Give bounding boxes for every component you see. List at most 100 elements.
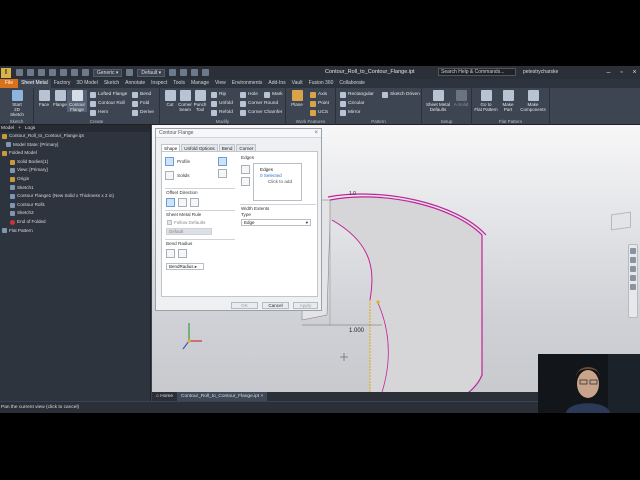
rip-button[interactable]: Rip: [211, 91, 226, 98]
tab-document[interactable]: Contour_Roll_to_Contour_Flange.ipt ×: [177, 392, 268, 401]
tree-item[interactable]: View: [Primary]: [0, 166, 150, 175]
look-at-icon[interactable]: [630, 275, 636, 281]
tab-tools[interactable]: Tools: [170, 79, 188, 88]
close-icon[interactable]: ×: [314, 129, 318, 138]
contour-roll-button[interactable]: Contour Roll: [90, 100, 125, 107]
restore-icon[interactable]: ▫: [617, 68, 626, 77]
tab-file[interactable]: File: [0, 79, 19, 88]
point-button[interactable]: Point: [310, 100, 329, 107]
edge-mode-button[interactable]: [241, 165, 250, 174]
tab-unfold-options[interactable]: Unfold Options: [181, 144, 218, 151]
sketch-driven-button[interactable]: Sketch Driven: [382, 91, 420, 98]
axis-button[interactable]: Axis: [310, 91, 327, 98]
profile-select-button[interactable]: [165, 157, 174, 166]
bend-button[interactable]: Bend: [132, 91, 151, 98]
close-icon[interactable]: ×: [630, 68, 639, 77]
tab-sketch[interactable]: Sketch: [101, 79, 122, 88]
refold-button[interactable]: Refold: [211, 109, 233, 116]
make-components-button[interactable]: Make Components: [518, 90, 548, 112]
dropdown-icon[interactable]: [202, 69, 210, 76]
tree-item[interactable]: Solid Bodies(1): [0, 158, 150, 167]
ok-button[interactable]: OK: [231, 302, 258, 309]
steering-wheel-icon[interactable]: [630, 284, 636, 290]
loop-mode-button[interactable]: [241, 177, 250, 186]
search-input[interactable]: Search Help & Commands...: [438, 68, 516, 76]
tab-collaborate[interactable]: Collaborate: [336, 79, 368, 88]
hem-button[interactable]: Hem: [90, 109, 108, 116]
edges-list[interactable]: Edges 0 Selected Click to add: [253, 163, 302, 201]
start-sketch-button[interactable]: Start 2D Sketch: [7, 90, 27, 117]
navigation-bar[interactable]: [628, 244, 638, 318]
plane-button[interactable]: Plane: [287, 90, 307, 107]
tab-fusion-360[interactable]: Fusion 360: [306, 79, 337, 88]
follow-defaults-checkbox[interactable]: [167, 220, 172, 225]
dimension-label[interactable]: 1.000: [349, 328, 364, 334]
go-to-flat-pattern-button[interactable]: Go to Flat Pattern: [474, 90, 498, 112]
type-select[interactable]: Edge ▾: [241, 219, 311, 226]
tab-3d-model[interactable]: 3D Model: [73, 79, 100, 88]
tree-item[interactable]: Contour Flange1 (New Solid x Thickness x…: [0, 192, 150, 201]
ucs-button[interactable]: UCS: [310, 109, 328, 116]
tab-sheet-metal[interactable]: Sheet Metal: [18, 79, 51, 88]
unfold-button[interactable]: Unfold: [211, 100, 233, 107]
tree-item[interactable]: End of Folded: [0, 218, 150, 227]
material-icon[interactable]: [126, 69, 134, 76]
tree-item[interactable]: Folded Model: [0, 149, 150, 158]
home-icon[interactable]: [71, 69, 78, 76]
fold-button[interactable]: Fold: [132, 100, 149, 107]
mark-button[interactable]: Mark: [264, 91, 283, 98]
tab-factory[interactable]: Factory: [51, 79, 74, 88]
undo-icon[interactable]: [49, 69, 56, 76]
tab-bend[interactable]: Bend: [218, 144, 236, 151]
tree-item[interactable]: Contour Roll1: [0, 201, 150, 210]
new-file-icon[interactable]: [16, 69, 23, 76]
rectangular-pattern-button[interactable]: Rectangular: [340, 91, 374, 98]
tab-annotate[interactable]: Annotate: [122, 79, 148, 88]
hole-button[interactable]: Hole: [240, 91, 258, 98]
select-icon[interactable]: [82, 69, 89, 76]
offset-side2-button[interactable]: [178, 198, 187, 207]
make-part-button[interactable]: Make Part: [498, 90, 518, 112]
appearance-select[interactable]: Default ▾: [137, 68, 166, 77]
tab-add-ins[interactable]: Add-Ins: [265, 79, 288, 88]
tab-corner[interactable]: Corner: [236, 144, 257, 151]
solids-select-button[interactable]: [165, 171, 174, 180]
save-icon[interactable]: [38, 69, 45, 76]
flip-offset-button[interactable]: [218, 169, 227, 178]
tree-item[interactable]: Contour_Roll_to_Contour_Flange.ipt: [0, 132, 150, 141]
tree-item[interactable]: Model State: [Primary]: [0, 141, 150, 150]
cancel-button[interactable]: Cancel: [262, 302, 289, 309]
tab-vault[interactable]: Vault: [289, 79, 306, 88]
profile-select[interactable]: Generic ▾: [93, 68, 123, 77]
corner-chamfer-button[interactable]: Corner Chamfer: [240, 109, 282, 116]
app-logo-icon[interactable]: I: [1, 67, 11, 78]
view-cube[interactable]: [611, 211, 631, 231]
bend-radius-button-1[interactable]: [166, 249, 175, 258]
bend-radius-button-2[interactable]: [178, 249, 187, 258]
mirror-button[interactable]: Mirror: [340, 109, 361, 116]
offset-symmetric-button[interactable]: [190, 198, 199, 207]
minimize-icon[interactable]: –: [604, 68, 613, 77]
circular-pattern-button[interactable]: Circular: [340, 100, 365, 107]
close-icon[interactable]: ×: [261, 394, 264, 399]
user-account[interactable]: petestrycharske: [523, 69, 558, 75]
browser-search[interactable]: Logs: [25, 126, 35, 131]
tree-item[interactable]: Sketch3: [0, 209, 150, 218]
dimension-top-label[interactable]: 1.0: [349, 191, 356, 197]
sheet-metal-defaults-button[interactable]: Sheet Metal Defaults: [425, 90, 451, 112]
dialog-title[interactable]: Contour Flange: [156, 129, 321, 138]
contour-flange-button[interactable]: Contour Flange: [67, 90, 87, 112]
a-solid-button[interactable]: A-Solid: [451, 90, 471, 107]
tree-item[interactable]: Origin: [0, 175, 150, 184]
derive-button[interactable]: Derive: [132, 109, 154, 116]
tab-environments[interactable]: Environments: [229, 79, 266, 88]
tab-shape[interactable]: Shape: [161, 144, 181, 151]
tab-inspect[interactable]: Inspect: [148, 79, 170, 88]
zoom-icon[interactable]: [630, 257, 636, 263]
redo-icon[interactable]: [60, 69, 67, 76]
open-file-icon[interactable]: [27, 69, 34, 76]
tree-item[interactable]: Flat Pattern: [0, 227, 150, 236]
punch-tool-button[interactable]: Punch Tool: [190, 90, 210, 112]
measure-icon[interactable]: [169, 69, 177, 76]
lofted-flange-button[interactable]: Lofted Flange: [90, 91, 127, 98]
